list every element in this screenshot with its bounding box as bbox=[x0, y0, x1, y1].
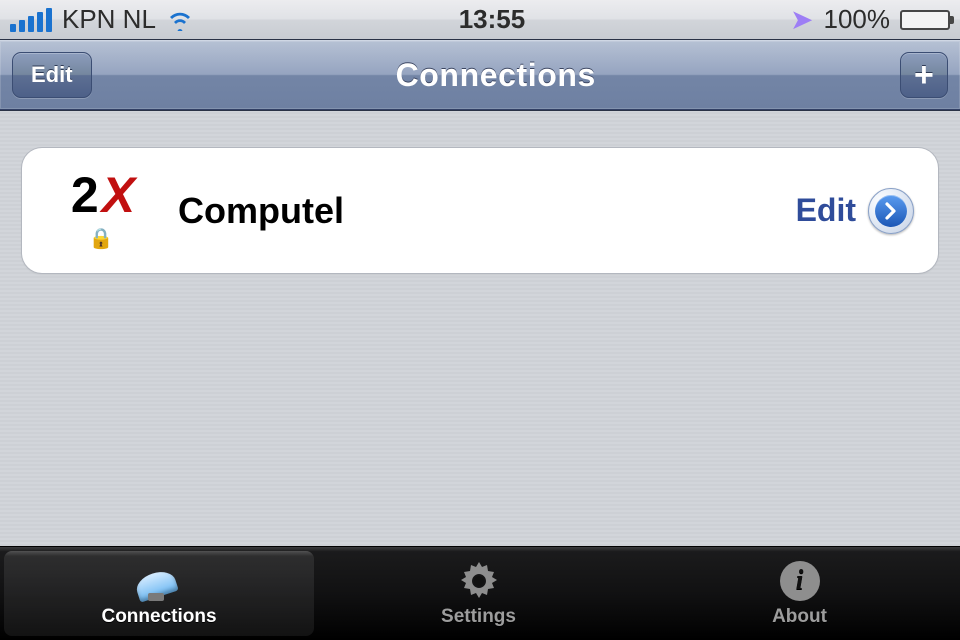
satellite-dish-icon bbox=[136, 560, 182, 602]
navigation-bar: Edit Connections + bbox=[0, 40, 960, 110]
info-icon: i bbox=[780, 560, 820, 602]
tab-settings[interactable]: Settings bbox=[318, 547, 639, 640]
wifi-icon bbox=[166, 9, 194, 31]
status-time: 13:55 bbox=[459, 4, 526, 35]
location-arrow-icon: ➤ bbox=[790, 3, 813, 36]
battery-icon bbox=[900, 10, 950, 30]
tab-bar: Connections Settings i About bbox=[0, 546, 960, 640]
edit-connection-label: Edit bbox=[796, 192, 856, 229]
tab-settings-label: Settings bbox=[441, 606, 516, 628]
tab-connections[interactable]: Connections bbox=[4, 551, 314, 636]
page-title: Connections bbox=[396, 57, 596, 94]
disclosure-button[interactable] bbox=[868, 188, 914, 234]
status-bar: KPN NL 13:55 ➤ 100% bbox=[0, 0, 960, 40]
battery-percent: 100% bbox=[823, 4, 890, 35]
edit-list-button[interactable]: Edit bbox=[12, 52, 92, 98]
signal-bars-icon bbox=[10, 8, 52, 32]
carrier-name: KPN NL bbox=[62, 4, 156, 35]
add-connection-button[interactable]: + bbox=[900, 52, 948, 98]
logo-text-2: 2 bbox=[71, 170, 99, 220]
connection-logo-2x: 2 X 🔒 bbox=[46, 170, 156, 251]
connection-row[interactable]: 2 X 🔒 Computel Edit bbox=[22, 148, 938, 273]
gear-icon bbox=[458, 560, 500, 602]
content-area: 2 X 🔒 Computel Edit bbox=[0, 110, 960, 546]
lock-icon: 🔒 bbox=[89, 226, 114, 251]
logo-text-x: X bbox=[102, 170, 131, 220]
tab-about[interactable]: i About bbox=[639, 547, 960, 640]
tab-connections-label: Connections bbox=[101, 606, 216, 628]
chevron-right-icon bbox=[882, 202, 900, 220]
tab-about-label: About bbox=[772, 606, 827, 628]
connection-name: Computel bbox=[178, 190, 344, 232]
